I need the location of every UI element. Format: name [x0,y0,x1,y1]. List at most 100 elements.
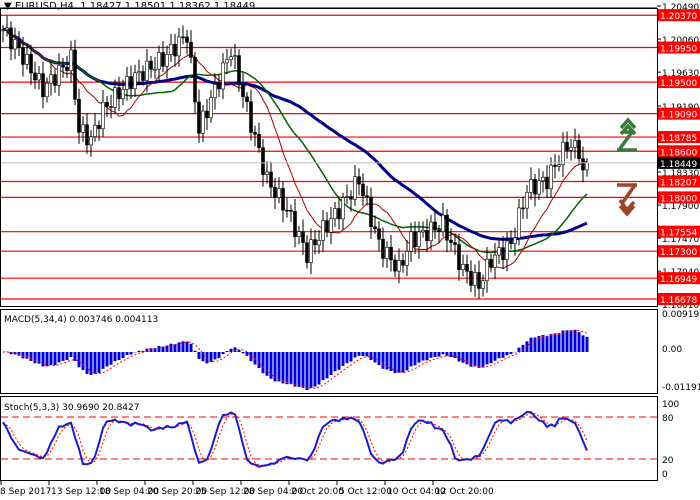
candle [573,140,577,148]
macd-bar [297,352,301,387]
macd-bar [229,348,233,352]
macd-bar [201,352,205,362]
macd-bar [381,352,385,369]
candle [509,240,513,244]
bearish-arrow-icon [617,183,637,217]
macd-bar [345,352,349,364]
candle [117,87,121,100]
candle [313,239,317,246]
macd-bar [137,350,141,352]
macd-bar [245,352,249,356]
candle [533,179,537,195]
candle [329,218,333,233]
macd-bar [49,352,53,365]
candle [385,246,389,259]
candle [297,231,301,237]
macd-bar [101,352,105,369]
candle [341,197,345,220]
macd-bar [301,352,305,388]
candle [21,47,25,65]
candle [381,238,385,259]
candle [301,231,305,244]
candle [317,240,321,246]
macd-bar [505,352,509,356]
candle [585,162,589,171]
stoch-tick-label: 80 [662,414,674,424]
macd-bar [565,330,569,352]
macd-bar [329,352,333,376]
macd-bar [489,352,493,364]
candle [281,188,285,211]
macd-bar [197,352,201,359]
candle [465,264,469,272]
macd-bar [349,352,353,362]
macd-tick-label: 0.009192 [662,310,700,320]
candle [429,221,433,242]
macd-bar [325,352,329,379]
macd-bar [541,334,545,352]
candle [549,164,553,190]
candle [413,231,417,247]
macd-bar [509,352,513,354]
macd-bar [41,352,45,367]
macd-bar [497,352,501,359]
candle [221,62,225,90]
macd-bar [289,352,293,385]
macd-bar [61,352,65,361]
macd-bar [521,344,525,352]
candle [417,231,421,247]
candle [353,176,357,200]
candle [345,196,349,198]
candle [321,220,325,241]
level-label: 1.19950 [660,45,697,55]
candle [241,84,245,98]
candle [105,101,109,107]
macd-bar [77,352,81,368]
level-label: 1.16678 [660,296,697,306]
candle [97,124,101,130]
candle [193,57,197,103]
macd-bar [313,352,317,387]
macd-bar [321,352,325,381]
macd-bar [481,352,485,368]
candle [265,171,269,175]
macd-bar [445,352,449,356]
candle [273,186,277,198]
candle [229,56,233,61]
candle [149,60,153,70]
level-label: 1.18000 [660,194,697,204]
macd-bar [29,352,33,362]
macd-bar [277,352,281,382]
stoch-main-line [2,410,588,468]
macd-bar [237,350,241,352]
macd-bar [109,352,113,365]
price-chart[interactable]: 1.204901.200601.196301.191901.183301.179… [0,0,700,500]
stoch-title: Stoch(5,3,3) 30.9690 20.8427 [4,403,139,413]
candle [133,72,137,90]
candle [557,164,561,167]
candle [561,141,565,166]
macd-bar [113,352,117,362]
candle [501,247,505,260]
candle [225,59,229,64]
macd-bar [225,351,229,352]
candle [249,101,253,133]
candle [205,110,209,119]
macd-bar [257,352,261,369]
macd-bar [65,352,69,361]
macd-bar [309,352,313,388]
macd-tick-label: 0.00 [662,345,682,355]
candle [9,27,13,50]
candle [29,53,33,74]
candle [129,76,133,90]
candle [25,53,29,65]
macd-bar [285,352,289,385]
macd-bar [281,352,285,384]
candle [89,136,93,146]
candle [293,211,297,237]
macd-bar [241,352,245,354]
macd-bar [573,329,577,352]
candle [449,239,453,243]
candle [185,36,189,43]
macd-bar [545,336,549,352]
